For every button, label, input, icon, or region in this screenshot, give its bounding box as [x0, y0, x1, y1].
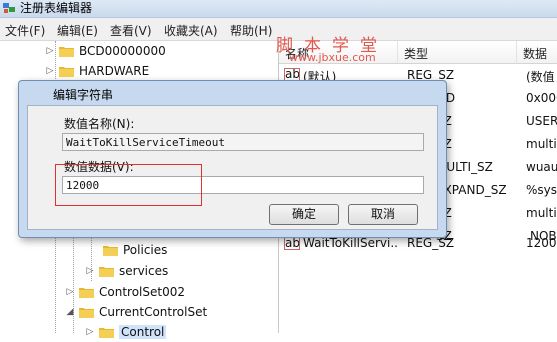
value-type: MULTI_SZ: [436, 160, 493, 174]
folder-icon: [79, 286, 94, 298]
tree-item-control[interactable]: ▷ Control: [84, 322, 167, 342]
tree-item-hardware[interactable]: ▷ HARDWARE: [44, 61, 150, 81]
folder-icon: [59, 45, 74, 57]
highlight-box: [55, 164, 202, 206]
title-bar: 注册表编辑器: [0, 0, 557, 18]
tree-item-bcd[interactable]: ▷ BCD00000000: [44, 41, 166, 61]
value-data: 0x000: [526, 91, 557, 105]
value-name: WaitToKillServi...: [303, 236, 399, 250]
expand-arrow-icon[interactable]: ▷: [84, 327, 96, 337]
collapse-arrow-icon[interactable]: ◢: [64, 307, 76, 317]
value-data: USER: [526, 114, 557, 128]
folder-icon: [99, 326, 114, 338]
value-name-field[interactable]: WaitToKillServiceTimeout: [62, 133, 424, 151]
regedit-app-icon: [2, 1, 16, 15]
tree-item-services[interactable]: ▷ services: [84, 261, 169, 281]
tree-item-label: Policies: [123, 243, 168, 257]
value-type: SZ: [436, 206, 512, 220]
value-type: REG_SZ: [407, 236, 455, 250]
tree-item-label: CurrentControlSet: [99, 305, 208, 319]
tree-item-label: HARDWARE: [79, 64, 150, 78]
value-type: EXPAND_SZ: [436, 183, 507, 197]
tree-item-policies[interactable]: Policies: [88, 240, 167, 260]
watermark-url: www.jbxue.com: [289, 51, 376, 64]
ok-button[interactable]: 确定: [269, 204, 339, 225]
expand-arrow-icon[interactable]: ▷: [44, 46, 56, 56]
value-data: (数值: [526, 70, 555, 84]
value-type: SZ: [436, 137, 512, 151]
folder-icon: [103, 244, 118, 256]
string-value-icon: ab: [284, 237, 300, 250]
tree-item-label: services: [119, 264, 169, 278]
expand-arrow-icon[interactable]: ▷: [44, 66, 56, 76]
tree-item-label: BCD00000000: [79, 44, 166, 58]
value-data: multi: [526, 206, 557, 220]
menu-edit[interactable]: 编辑(E): [57, 22, 98, 39]
tree-item-label: ControlSet002: [99, 285, 185, 299]
dialog-title: 编辑字符串: [53, 88, 114, 102]
edit-string-dialog: 编辑字符串 数值名称(N): WaitToKillServiceTimeout …: [18, 80, 447, 238]
tree-item-currentcontrolset[interactable]: ◢ CurrentControlSet: [64, 302, 208, 322]
column-header-type[interactable]: 类型: [398, 41, 517, 64]
value-data: multi: [526, 137, 557, 151]
menu-favorites[interactable]: 收藏夹(A): [164, 22, 218, 39]
value-data: 12000: [526, 236, 557, 250]
window-title: 注册表编辑器: [20, 1, 93, 15]
menu-help[interactable]: 帮助(H): [230, 22, 272, 39]
value-type: SZ: [436, 114, 512, 128]
tree-item-label: Control: [119, 325, 167, 339]
column-header-data[interactable]: 数据: [517, 41, 557, 64]
folder-icon: [59, 65, 74, 77]
cancel-button[interactable]: 取消: [348, 204, 418, 225]
folder-icon: [99, 265, 114, 277]
value-data: wuau: [526, 160, 557, 174]
value-data: %sys: [526, 183, 557, 197]
menu-view[interactable]: 查看(V): [110, 22, 152, 39]
value-name-label: 数值名称(N):: [64, 117, 135, 131]
expand-arrow-icon[interactable]: ▷: [84, 266, 96, 276]
expand-arrow-icon[interactable]: ▷: [64, 287, 76, 297]
folder-icon: [79, 306, 94, 318]
menu-file[interactable]: 文件(F): [5, 22, 45, 39]
tree-item-controlset002[interactable]: ▷ ControlSet002: [64, 282, 185, 302]
